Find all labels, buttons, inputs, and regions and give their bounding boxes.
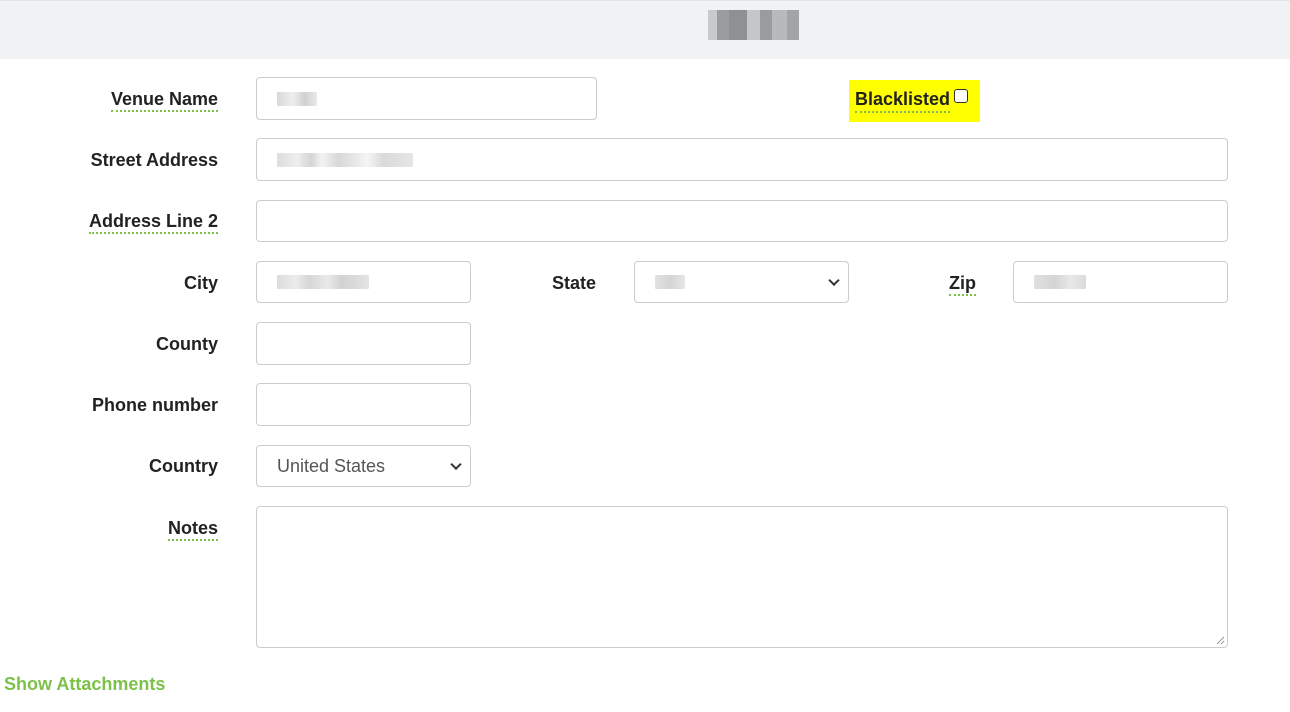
county-label: County bbox=[156, 334, 218, 354]
venue-name-input[interactable] bbox=[256, 77, 597, 120]
chevron-down-icon bbox=[450, 458, 462, 471]
address-line-2-input[interactable] bbox=[256, 200, 1228, 242]
state-label: State bbox=[551, 273, 596, 293]
zip-label: Zip bbox=[900, 273, 976, 296]
blacklisted-checkbox[interactable] bbox=[954, 89, 969, 103]
zip-input[interactable] bbox=[1013, 261, 1228, 303]
county-input[interactable] bbox=[256, 322, 471, 365]
country-select-value: United States bbox=[277, 455, 386, 476]
redacted-value bbox=[277, 91, 317, 106]
state-select[interactable] bbox=[634, 261, 849, 303]
chevron-down-icon bbox=[828, 274, 840, 287]
blacklisted-container: Blacklisted bbox=[849, 80, 980, 122]
city-label: City bbox=[183, 273, 218, 293]
notes-label: Notes bbox=[60, 518, 218, 541]
address-line-2-label: Address Line 2 bbox=[60, 211, 218, 234]
blacklisted-label: Blacklisted bbox=[855, 89, 951, 113]
header-bar bbox=[0, 0, 1290, 59]
notes-textarea[interactable] bbox=[256, 506, 1228, 648]
redacted-title bbox=[708, 10, 799, 40]
street-address-label: Street Address bbox=[90, 150, 218, 170]
country-select[interactable]: United States bbox=[256, 445, 471, 487]
resize-handle-icon[interactable] bbox=[1215, 635, 1225, 645]
phone-number-label: Phone number bbox=[91, 395, 218, 415]
city-input[interactable] bbox=[256, 261, 471, 303]
redacted-value bbox=[277, 275, 369, 289]
country-label: Country bbox=[149, 456, 218, 476]
redacted-value bbox=[655, 275, 685, 289]
phone-number-input[interactable] bbox=[256, 383, 471, 426]
street-address-input[interactable] bbox=[256, 138, 1228, 181]
show-attachments-link[interactable]: Show Attachments bbox=[4, 674, 165, 695]
redacted-value bbox=[1034, 275, 1086, 289]
venue-name-label: Venue Name bbox=[60, 89, 218, 112]
redacted-value bbox=[277, 152, 413, 167]
